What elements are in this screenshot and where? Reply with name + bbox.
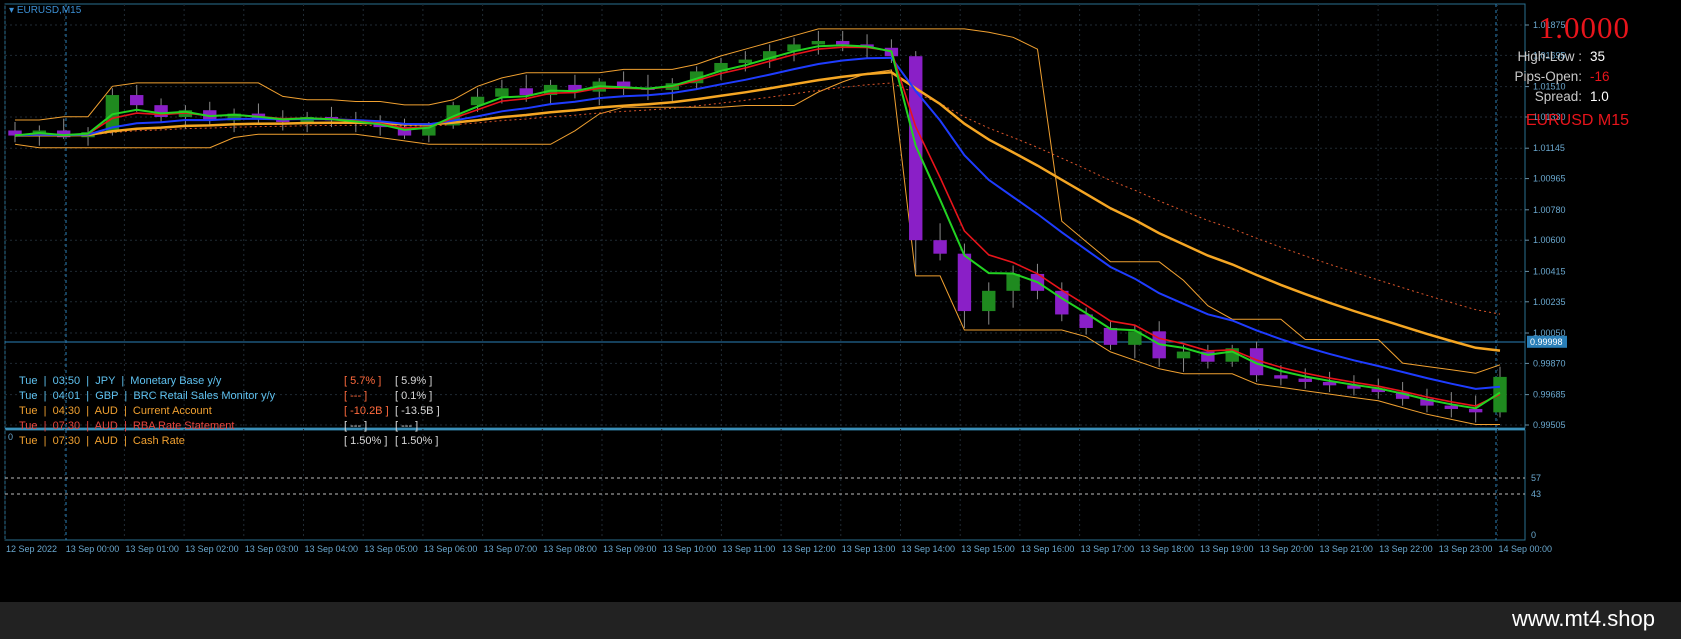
news-text: Tue | 07:30 | AUD | RBA Rate Statement [19, 420, 235, 432]
news-forecast: [ 0.1% ] [395, 390, 433, 402]
time-tick-label: 13 Sep 20:00 [1260, 544, 1314, 554]
time-tick-label: 13 Sep 16:00 [1021, 544, 1075, 554]
news-forecast: [ 1.50% ] [395, 435, 439, 447]
indicator-tick-label: 57 [1531, 473, 1541, 483]
price-tick-label: 1.00780 [1533, 205, 1566, 215]
stat-pips-open: Pips-Open: -16 [1480, 69, 1630, 87]
time-tick-label: 13 Sep 02:00 [185, 544, 239, 554]
time-tick-label: 13 Sep 19:00 [1200, 544, 1254, 554]
time-tick-label: 13 Sep 06:00 [424, 544, 478, 554]
time-tick-label: 14 Sep 00:00 [1499, 544, 1553, 554]
candle-body [1298, 378, 1312, 382]
candle-body [982, 290, 996, 312]
time-tick-label: 13 Sep 14:00 [902, 544, 956, 554]
ma-green-line [14, 44, 1501, 410]
time-tick-label: 13 Sep 08:00 [543, 544, 597, 554]
price-chart[interactable]: 1.018751.016951.015101.013301.011451.009… [0, 0, 1681, 602]
stat-spread: Spread: 1.0 [1480, 89, 1630, 107]
price-tick-label: 1.00965 [1533, 174, 1566, 184]
candle-body [933, 240, 947, 254]
time-tick-label: 13 Sep 05:00 [364, 544, 418, 554]
time-tick-label: 13 Sep 18:00 [1140, 544, 1194, 554]
candle-body [1103, 327, 1118, 345]
current-price-label: 0.99998 [1530, 337, 1563, 347]
symbol-tab-label[interactable]: ▾ EURUSD,M15 [9, 5, 81, 16]
candle-body [130, 95, 144, 106]
candle-body [1274, 375, 1288, 379]
time-tick-label: 13 Sep 23:00 [1439, 544, 1493, 554]
news-forecast: [ -13.5B ] [395, 405, 440, 417]
time-tick-label: 13 Sep 17:00 [1081, 544, 1135, 554]
time-tick-label: 13 Sep 21:00 [1319, 544, 1373, 554]
time-tick-label: 13 Sep 04:00 [305, 544, 359, 554]
time-tick-label: 13 Sep 00:00 [66, 544, 120, 554]
news-actual: [ --- ] [344, 390, 368, 402]
price-tick-label: 0.99685 [1533, 390, 1566, 400]
price-tick-label: 1.00415 [1533, 266, 1566, 276]
stat-label: High-Low : [1517, 49, 1582, 64]
stat-value: 1.0 [1590, 89, 1609, 104]
time-tick-label: 13 Sep 01:00 [125, 544, 179, 554]
news-actual: [ 1.50% ] [344, 435, 388, 447]
news-text: Tue | 07:30 | AUD | Cash Rate [19, 435, 185, 447]
candle-body [957, 253, 972, 312]
time-tick-label: 13 Sep 15:00 [961, 544, 1015, 554]
news-actual: [ -10.2B ] [344, 405, 389, 417]
indicator-plot-border [4, 429, 1526, 541]
stat-label: Pips-Open: [1514, 69, 1582, 84]
main-plot-border [4, 3, 1526, 429]
symbol-label: EURUSD,M15 [16, 5, 82, 16]
price-tick-label: 1.00235 [1533, 297, 1566, 307]
time-tick-label: 13 Sep 11:00 [722, 544, 775, 554]
time-tick-label: 13 Sep 13:00 [842, 544, 896, 554]
symbol-timeframe: EURUSD M15 [1525, 112, 1629, 129]
time-tick-label: 13 Sep 12:00 [782, 544, 836, 554]
indicator-tick-label: 43 [1531, 489, 1541, 499]
candle-body [811, 41, 826, 45]
news-text: Tue | 04:01 | GBP | BRC Retail Sales Mon… [19, 390, 276, 402]
price-display: 1.0000 [1538, 10, 1630, 45]
price-tick-label: 0.99505 [1533, 420, 1566, 430]
indicator-tick-label: 0 [1531, 530, 1536, 540]
news-forecast: [ --- ] [395, 420, 419, 432]
price-tick-label: 1.00600 [1533, 235, 1566, 245]
candle-body [1444, 405, 1459, 409]
candle-body [738, 59, 753, 63]
watermark: www.mt4.shop [1511, 606, 1655, 631]
candle-body [495, 88, 509, 97]
candle-body [1176, 351, 1191, 359]
candle-body [836, 41, 850, 45]
ma-blue-line [14, 56, 1501, 390]
ma-red-line [14, 46, 1501, 407]
price-tick-label: 0.99870 [1533, 358, 1566, 368]
candle-body [519, 88, 533, 96]
stat-high-low: High-Low : 35 [1480, 49, 1630, 67]
news-actual: [ 5.7% ] [344, 375, 382, 387]
news-text: Tue | 03:50 | JPY | Monetary Base y/y [19, 375, 222, 387]
candle-body [1006, 273, 1020, 291]
news-text: Tue | 04:30 | AUD | Current Account [19, 405, 212, 417]
time-tick-label: 13 Sep 03:00 [245, 544, 299, 554]
news-actual: [ --- ] [344, 420, 368, 432]
price-tick-label: 1.01145 [1533, 143, 1565, 153]
stat-label: Spread: [1534, 89, 1582, 104]
news-forecast: [ 5.9% ] [395, 375, 433, 387]
stat-value: 35 [1590, 49, 1606, 64]
time-tick-label: 13 Sep 10:00 [663, 544, 717, 554]
time-tick-label: 13 Sep 09:00 [603, 544, 657, 554]
indicator-tick-label: 0 [8, 432, 13, 442]
candle-body [1468, 408, 1483, 413]
time-tick-label: 13 Sep 07:00 [484, 544, 538, 554]
time-tick-label: 13 Sep 22:00 [1379, 544, 1433, 554]
channel-upper-line [15, 28, 1501, 374]
time-tick-label: 12 Sep 2022 [6, 544, 57, 554]
stat-value: -16 [1590, 69, 1610, 84]
